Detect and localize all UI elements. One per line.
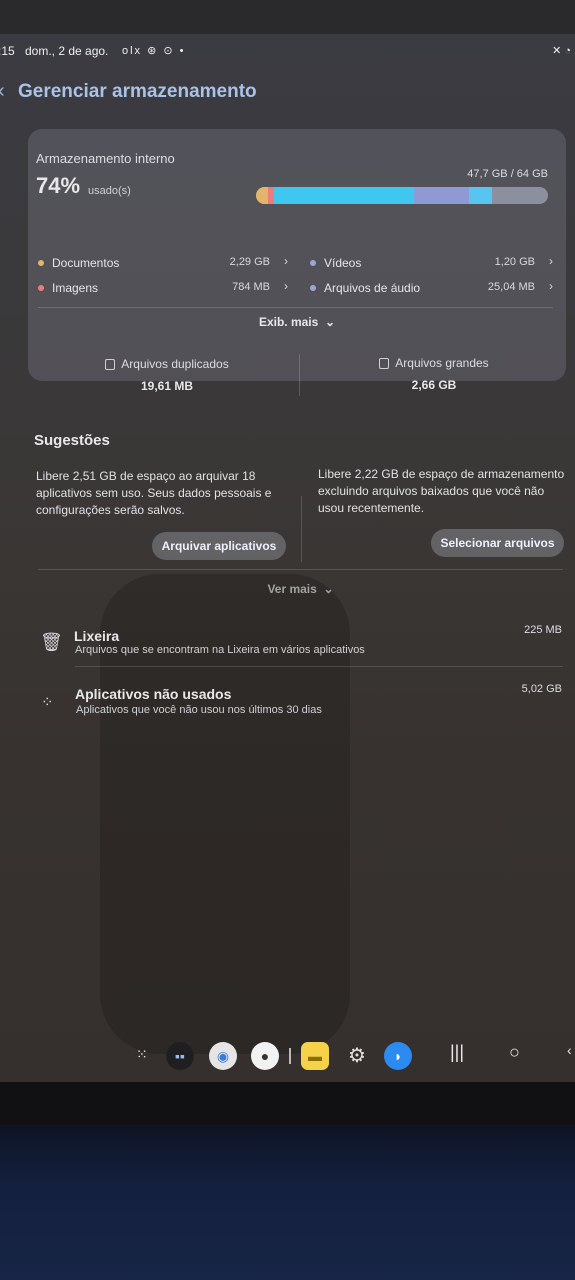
- recents-button[interactable]: |||: [450, 1042, 464, 1063]
- messages-icon[interactable]: ◗: [384, 1042, 412, 1070]
- storage-usage-bar: [256, 187, 548, 204]
- device-bezel-top: [0, 0, 575, 34]
- recent-app-icon[interactable]: ▪▪: [166, 1042, 194, 1070]
- storage-used-label: usado(s): [88, 185, 131, 197]
- suggestion-files-text: Libere 2,22 GB de espaço de armazenament…: [318, 467, 565, 515]
- duplicate-files-icon: [105, 359, 116, 371]
- suggestions-divider: [301, 496, 302, 562]
- status-bar: :15 dom., 2 de ago. olx ⊛ ⊙ • ✕ ◔: [0, 42, 575, 62]
- usage-segment: [413, 187, 470, 204]
- usage-segment: [469, 187, 493, 204]
- large-files[interactable]: Arquivos grandes 2,66 GB: [300, 356, 568, 392]
- notes-icon[interactable]: ▬: [301, 1042, 329, 1070]
- usage-segment: [256, 187, 268, 204]
- chevron-right-icon: ›: [284, 254, 288, 268]
- show-more-button[interactable]: Exib. mais ⌄: [28, 315, 566, 329]
- divider: [38, 569, 563, 570]
- storage-percent: 74%: [36, 173, 81, 198]
- trash-subtitle: Arquivos que se encontram na Lixeira em …: [75, 644, 365, 656]
- chevron-down-icon: ⌄: [321, 315, 336, 329]
- usage-segment: [273, 187, 414, 204]
- category-dot: [310, 284, 316, 291]
- trash-size: 225 MB: [524, 624, 562, 636]
- category-audio[interactable]: Arquivos de áudio 25,04 MB ›: [310, 279, 553, 298]
- duplicate-files[interactable]: Arquivos duplicados 19,61 MB: [33, 357, 301, 393]
- suggestion-archive-text: Libere 2,51 GB de espaço ao arquivar 18 …: [36, 469, 272, 517]
- category-dot: [38, 284, 44, 291]
- back-button[interactable]: ‹: [567, 1042, 572, 1058]
- back-arrow-icon[interactable]: ‹: [0, 80, 5, 103]
- camera-icon[interactable]: ●: [251, 1042, 279, 1070]
- apps-icon: ⁘: [41, 694, 54, 711]
- home-button[interactable]: ○: [509, 1042, 520, 1063]
- background-surface: [0, 1125, 575, 1280]
- divider: [38, 307, 553, 308]
- large-files-icon: [379, 358, 390, 370]
- trash-icon: 🗑: [40, 632, 63, 652]
- category-imagens[interactable]: Imagens 784 MB ›: [38, 279, 288, 298]
- suggestions-title: Sugestões: [34, 432, 110, 449]
- category-dot: [38, 259, 44, 266]
- system-status-icons: ✕ ◔: [552, 45, 571, 57]
- settings-gear-icon[interactable]: ⚙: [343, 1042, 371, 1070]
- category-documentos[interactable]: Documentos 2,29 GB ›: [38, 254, 288, 273]
- category-dot: [310, 259, 316, 266]
- unused-apps-size: 5,02 GB: [521, 683, 562, 695]
- chrome-icon[interactable]: ◉: [209, 1042, 237, 1070]
- divider: [75, 666, 563, 667]
- unused-apps-title: Aplicativos não usados: [75, 686, 232, 702]
- taskbar-divider: [289, 1048, 291, 1064]
- archive-apps-button[interactable]: Arquivar aplicativos: [152, 532, 286, 560]
- page-title: Gerenciar armazenamento: [18, 81, 257, 102]
- chevron-right-icon: ›: [549, 254, 553, 268]
- chevron-right-icon: ›: [284, 279, 288, 293]
- status-time: :15: [0, 44, 15, 58]
- app-drawer-icon[interactable]: ⁙: [136, 1046, 148, 1063]
- trash-title: Lixeira: [74, 628, 120, 644]
- unused-apps-subtitle: Aplicativos que você não usou nos último…: [76, 704, 322, 716]
- screen: :15 dom., 2 de ago. olx ⊛ ⊙ • ✕ ◔ ‹ Gere…: [0, 34, 575, 1082]
- storage-total: 47,7 GB / 64 GB: [467, 168, 548, 180]
- storage-card: Armazenamento interno 74% usado(s) 47,7 …: [28, 129, 566, 396]
- status-date: dom., 2 de ago.: [25, 44, 109, 58]
- chevron-right-icon: ›: [549, 279, 553, 293]
- storage-label: Armazenamento interno: [36, 151, 175, 166]
- title-row: ‹ Gerenciar armazenamento: [0, 78, 575, 108]
- notification-icons: olx ⊛ ⊙ •: [122, 45, 186, 57]
- category-videos[interactable]: Vídeos 1,20 GB ›: [310, 254, 553, 273]
- select-files-button[interactable]: Selecionar arquivos: [431, 529, 564, 557]
- taskbar: ⁙ ▪▪ ◉ ● ▬ ⚙ ◗ ||| ○ ‹: [0, 1034, 575, 1080]
